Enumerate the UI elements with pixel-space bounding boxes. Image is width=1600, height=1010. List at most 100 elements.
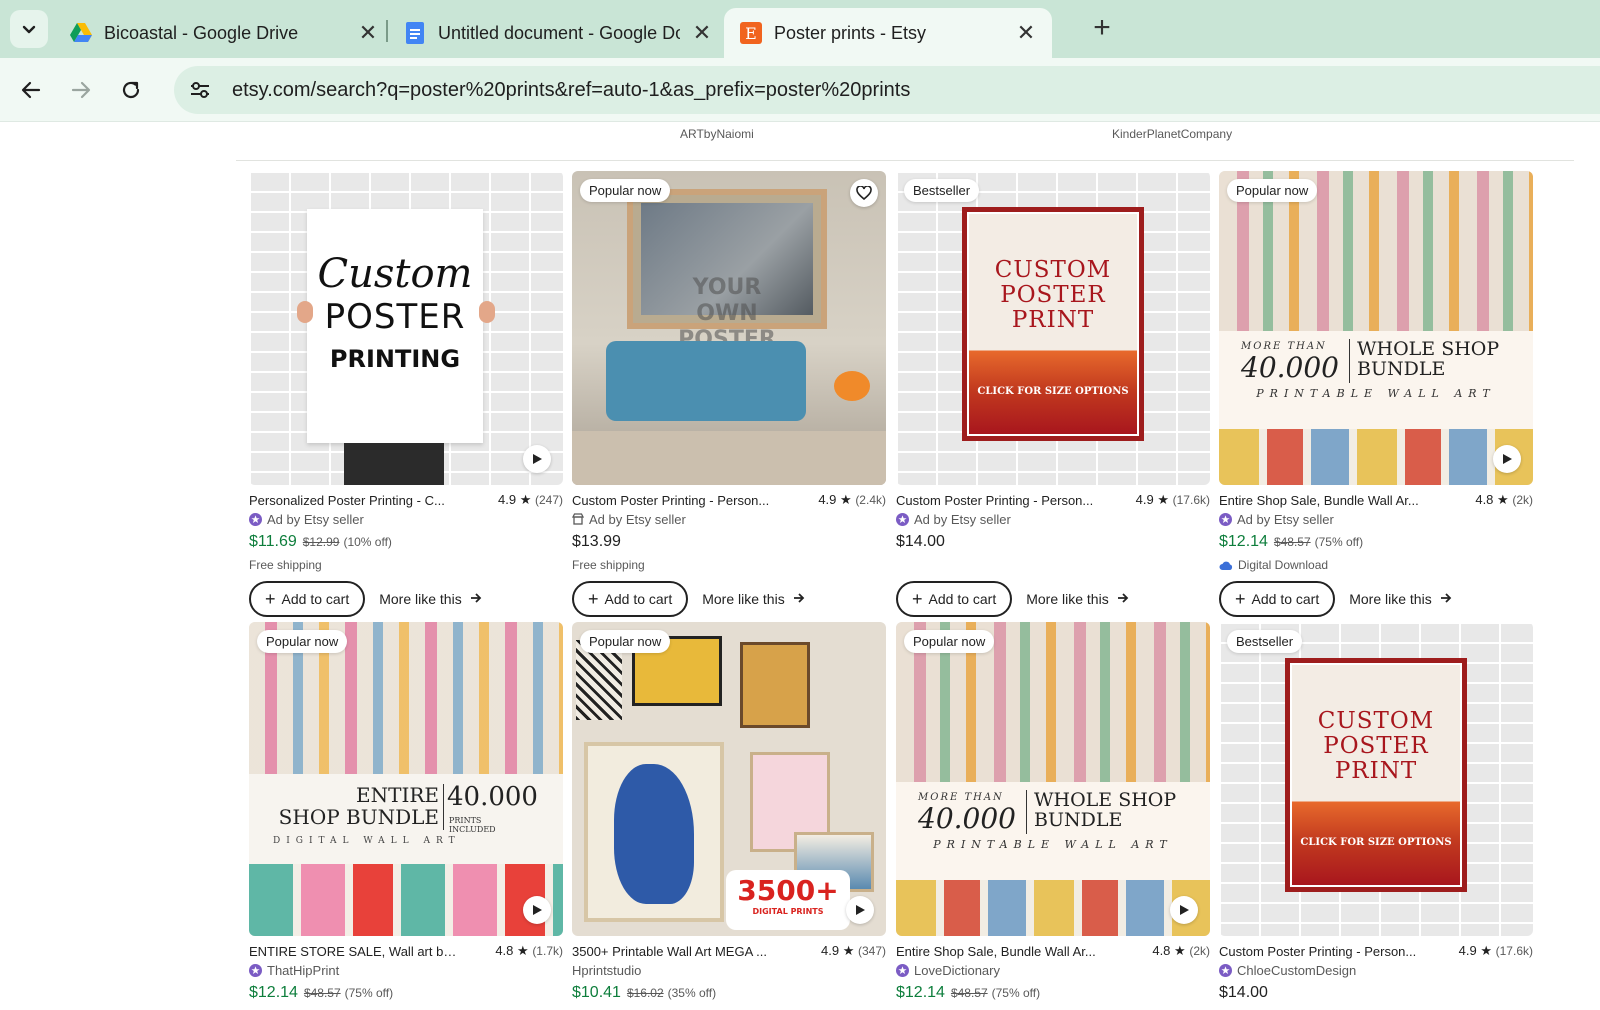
play-video-button[interactable] <box>523 896 551 924</box>
seller-name: Ad by Etsy seller <box>1237 511 1334 527</box>
review-count: (2.4k) <box>855 493 886 507</box>
add-to-cart-button[interactable]: + Add to cart <box>896 581 1013 617</box>
listing-rating: 4.8 ★ (1.7k) <box>495 943 563 959</box>
listing-title[interactable]: 3500+ Printable Wall Art MEGA ... <box>572 944 767 959</box>
listing-title[interactable]: Entire Shop Sale, Bundle Wall Ar... <box>896 944 1096 959</box>
banner-divider <box>443 784 444 830</box>
listing-image[interactable]: YOUR OWN POSTER Popular now <box>572 171 886 485</box>
back-button[interactable] <box>13 72 49 108</box>
tab-title: Poster prints - Etsy <box>774 22 927 43</box>
listing-title[interactable]: ENTIRE STORE SALE, Wall art bu... <box>249 944 459 959</box>
banner-divider <box>1349 339 1350 383</box>
listing-title[interactable]: Custom Poster Printing - Person... <box>1219 944 1416 959</box>
tab-etsy[interactable]: E Poster prints - Etsy ✕ <box>724 8 1052 58</box>
listing-title[interactable]: Custom Poster Printing - Person... <box>896 493 1093 508</box>
frame-decoration: YOUR OWN POSTER <box>627 189 827 352</box>
arrow-right-icon <box>71 81 91 99</box>
play-video-button[interactable] <box>1170 896 1198 924</box>
play-video-button[interactable] <box>523 445 551 473</box>
shop-name[interactable]: ARTbyNaiomi <box>680 127 754 141</box>
discount: (75% off) <box>1314 535 1364 549</box>
link-label: More like this <box>702 591 785 607</box>
reload-button[interactable] <box>113 72 149 108</box>
site-info-button[interactable] <box>182 72 218 108</box>
close-tab-icon[interactable]: ✕ <box>356 20 380 45</box>
forward-button[interactable] <box>63 72 99 108</box>
more-like-this-link[interactable]: More like this <box>1349 591 1451 607</box>
play-icon <box>1180 905 1189 915</box>
banner-text: WHOLE SHOP <box>1357 338 1500 360</box>
listing-card[interactable]: CUSTOM POSTER PRINT CLICK FOR SIZE OPTIO… <box>896 171 1210 617</box>
shop-name[interactable]: KinderPlanetCompany <box>1112 127 1232 141</box>
sale-price: $12.14 <box>249 984 298 1001</box>
button-label: Add to cart <box>281 591 350 607</box>
rating-value: 4.8 <box>1152 943 1171 958</box>
listing-title[interactable]: Personalized Poster Printing - C... <box>249 493 445 508</box>
listing-image[interactable]: CUSTOM POSTER PRINT CLICK FOR SIZE OPTIO… <box>1219 622 1533 936</box>
listing-card[interactable]: Custom POSTER PRINTING Personalized Post… <box>249 171 563 617</box>
star-icon: ★ <box>1480 943 1493 958</box>
digital-download-info: Digital Download <box>1219 557 1533 573</box>
search-results: ARTbyNaiomi KinderPlanetCompany Custom P… <box>0 123 1600 1010</box>
more-like-this-link[interactable]: More like this <box>1026 591 1128 607</box>
shipping-info: Free shipping <box>572 558 645 572</box>
listing-image[interactable]: MORE THAN 40.000 WHOLE SHOP BUNDLE PRINT… <box>896 622 1210 936</box>
listing-card[interactable]: MORE THAN 40.000 WHOLE SHOP BUNDLE PRINT… <box>1219 171 1533 617</box>
play-icon <box>533 454 542 464</box>
listing-card[interactable]: 3500+ DIGITAL PRINTS Popular now 3500+ P… <box>572 622 886 1004</box>
seller-name[interactable]: ChloeCustomDesign <box>1237 963 1356 978</box>
button-label: Add to cart <box>604 591 673 607</box>
listing-card[interactable]: MORE THAN 40.000 WHOLE SHOP BUNDLE PRINT… <box>896 622 1210 1004</box>
google-docs-icon <box>404 22 426 44</box>
star-seller-icon <box>249 963 262 977</box>
seller-name[interactable]: Hprintstudio <box>572 963 641 978</box>
listing-image[interactable]: Custom POSTER PRINTING <box>249 171 563 485</box>
listing-rating: 4.9 ★ (17.6k) <box>1136 492 1210 508</box>
listing-card[interactable]: CUSTOM POSTER PRINT CLICK FOR SIZE OPTIO… <box>1219 622 1533 1004</box>
sticker-text: 3500+ <box>737 874 839 907</box>
new-tab-button[interactable]: + <box>1086 11 1118 44</box>
rating-value: 4.9 <box>498 492 517 507</box>
discount: (75% off) <box>991 986 1041 1000</box>
favorite-button[interactable] <box>850 179 878 207</box>
add-to-cart-button[interactable]: + Add to cart <box>1219 581 1336 617</box>
review-count: (1.7k) <box>532 944 563 958</box>
listing-image[interactable]: MORE THAN 40.000 WHOLE SHOP BUNDLE PRINT… <box>1219 171 1533 485</box>
listing-card[interactable]: YOUR OWN POSTER Popular now Custom Poste… <box>572 171 886 617</box>
tab-google-docs[interactable]: Untitled document - Google Docs ✕ <box>388 8 728 58</box>
listing-card[interactable]: ENTIRE SHOP BUNDLE 40.000 PRINTS INCLUDE… <box>249 622 563 1004</box>
tab-search-button[interactable] <box>10 10 48 48</box>
banner-text: WHOLE SHOP <box>1034 789 1177 811</box>
discount: (75% off) <box>344 986 394 1000</box>
listing-image[interactable]: ENTIRE SHOP BUNDLE 40.000 PRINTS INCLUDE… <box>249 622 563 936</box>
original-price: $48.57 <box>303 986 341 1000</box>
seller-name[interactable]: LoveDictionary <box>914 963 1000 978</box>
star-seller-icon <box>896 512 909 526</box>
sale-price: $11.69 <box>249 533 297 550</box>
tab-google-drive[interactable]: Bicoastal - Google Drive ✕ <box>54 8 394 58</box>
play-video-button[interactable] <box>1493 445 1521 473</box>
shop-icon <box>572 513 584 525</box>
add-to-cart-button[interactable]: + Add to cart <box>572 581 689 617</box>
arrow-right-icon <box>1440 591 1452 607</box>
seller-name: Ad by Etsy seller <box>914 511 1011 527</box>
listing-title[interactable]: Entire Shop Sale, Bundle Wall Ar... <box>1219 493 1419 508</box>
rating-value: 4.8 <box>495 943 514 958</box>
poster-text: CUSTOM <box>1317 708 1435 734</box>
rating-value: 4.9 <box>1135 492 1154 507</box>
listing-title[interactable]: Custom Poster Printing - Person... <box>572 493 769 508</box>
listing-image[interactable]: 3500+ DIGITAL PRINTS Popular now <box>572 622 886 936</box>
close-tab-icon[interactable]: ✕ <box>690 20 714 45</box>
rating-value: 4.8 <box>1475 492 1494 507</box>
person-decoration <box>344 443 444 485</box>
more-like-this-link[interactable]: More like this <box>379 591 481 607</box>
poster-mockup: CUSTOM POSTER PRINT CLICK FOR SIZE OPTIO… <box>1285 658 1467 892</box>
more-like-this-link[interactable]: More like this <box>702 591 804 607</box>
close-tab-icon[interactable]: ✕ <box>1014 20 1038 45</box>
play-video-button[interactable] <box>846 896 874 924</box>
seller-name[interactable]: ThatHipPrint <box>267 963 339 978</box>
address-bar[interactable]: etsy.com/search?q=poster%20prints&ref=au… <box>174 66 1600 114</box>
add-to-cart-button[interactable]: + Add to cart <box>249 581 366 617</box>
listing-image[interactable]: CUSTOM POSTER PRINT CLICK FOR SIZE OPTIO… <box>896 171 1210 485</box>
plus-icon: + <box>265 589 276 609</box>
